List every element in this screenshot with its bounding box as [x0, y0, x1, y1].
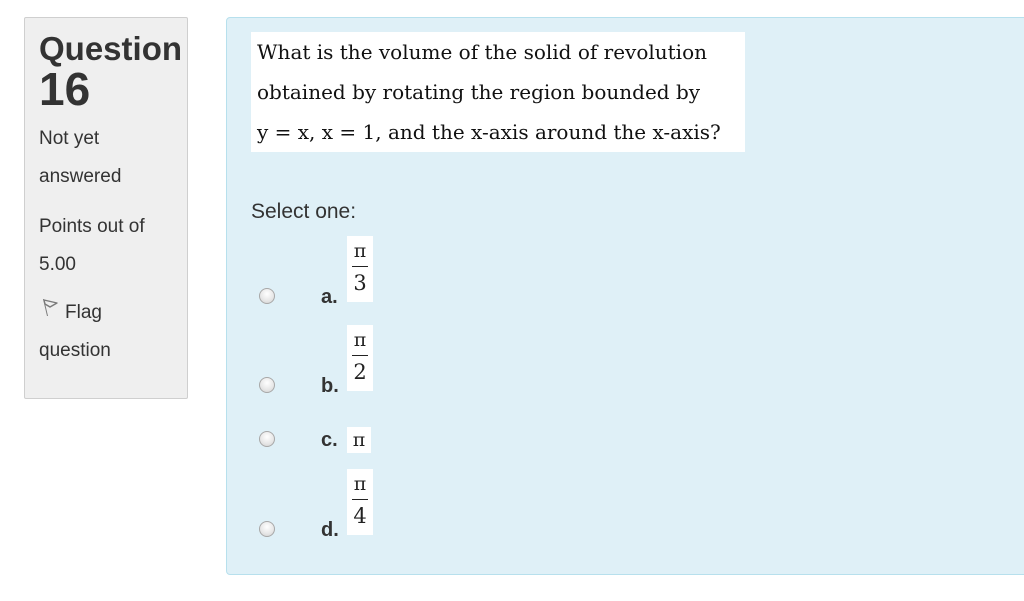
- fraction-denominator: 4: [353, 504, 367, 528]
- fraction-numerator: π: [353, 240, 367, 262]
- question-state: Not yet answered: [39, 128, 122, 187]
- question-number: 16: [39, 63, 91, 115]
- radio-button-a[interactable]: [259, 288, 275, 304]
- fraction-denominator: 2: [353, 360, 367, 384]
- option-fraction: π 3: [347, 236, 373, 302]
- option-fraction: π 4: [347, 469, 373, 535]
- radio-button-b[interactable]: [259, 377, 275, 393]
- question-info-panel: Question 16 Not yet answered Points out …: [24, 17, 188, 399]
- fraction-bar: [352, 499, 368, 500]
- option-fraction: π 2: [347, 325, 373, 391]
- fraction-numerator: π: [353, 473, 367, 495]
- question-content: What is the volume of the solid of revol…: [226, 17, 1024, 575]
- fraction-numerator: π: [353, 329, 367, 351]
- option-value: π: [347, 427, 371, 453]
- question-grade: Points out of 5.00: [39, 216, 145, 275]
- radio-button-d[interactable]: [259, 521, 275, 537]
- option-letter: b.: [321, 375, 339, 397]
- flag-question-link[interactable]: Flag question: [39, 294, 159, 370]
- question-text: What is the volume of the solid of revol…: [251, 32, 745, 152]
- fraction-bar: [352, 266, 368, 267]
- option-letter: c.: [321, 429, 338, 451]
- fraction-denominator: 3: [353, 271, 367, 295]
- select-one-prompt: Select one:: [251, 200, 357, 223]
- option-letter: a.: [321, 286, 338, 308]
- radio-button-c[interactable]: [259, 431, 275, 447]
- question-text-line: y = x, x = 1, and the x-axis around the …: [257, 120, 721, 144]
- flag-icon: [39, 294, 61, 332]
- question-label: Question: [39, 30, 183, 67]
- question-text-line: obtained by rotating the region bounded …: [257, 80, 701, 104]
- question-text-line: What is the volume of the solid of revol…: [257, 40, 707, 64]
- option-letter: d.: [321, 519, 339, 541]
- fraction-bar: [352, 355, 368, 356]
